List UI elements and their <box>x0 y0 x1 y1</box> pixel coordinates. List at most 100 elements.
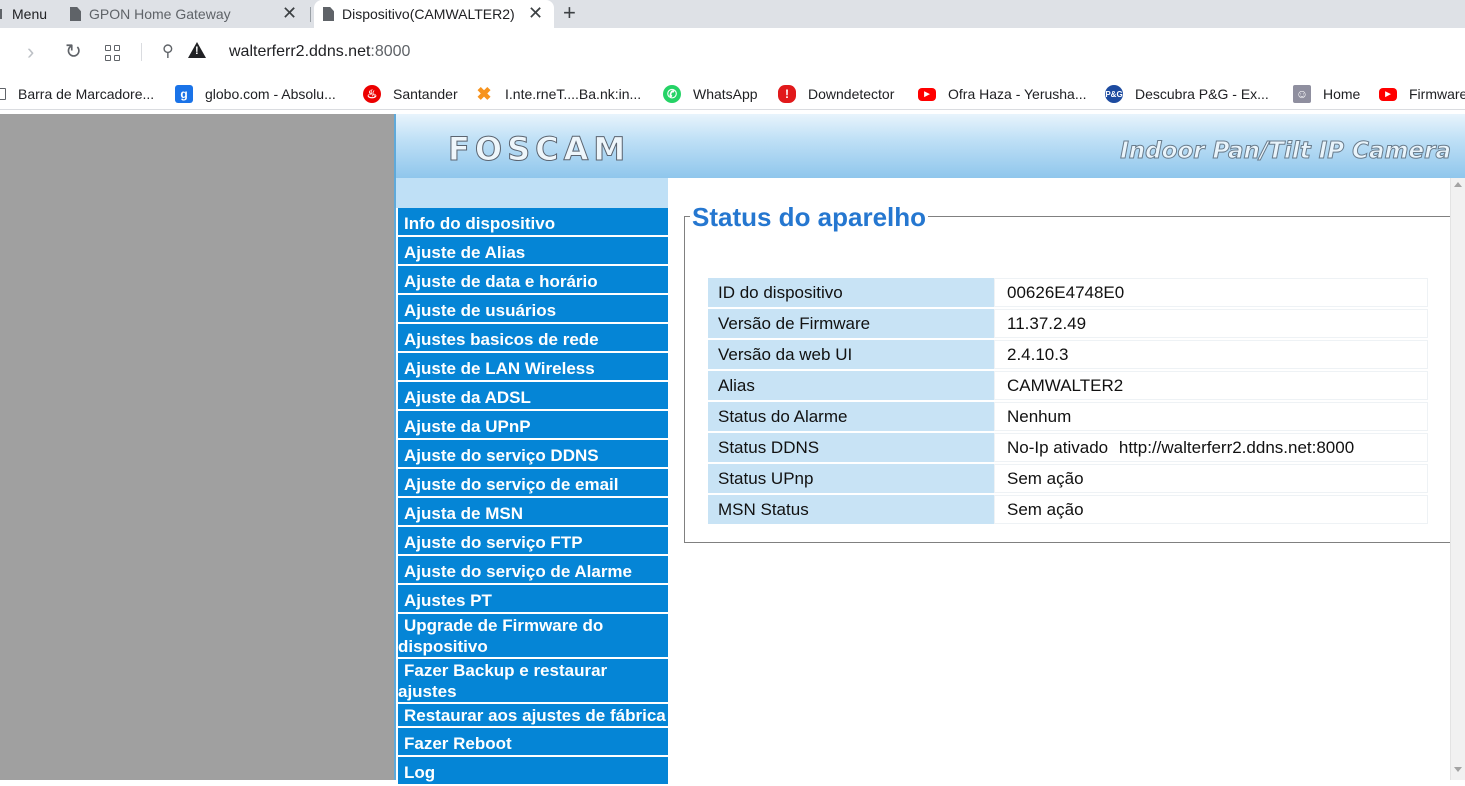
tab-divider <box>310 7 311 22</box>
nav-item-alias[interactable]: Ajuste de Alias <box>398 237 668 266</box>
bookmark-pg[interactable]: P&G Descubra P&G - Ex... <box>1105 78 1269 110</box>
nav-item-lan-wireless[interactable]: Ajuste de LAN Wireless <box>398 353 668 382</box>
scroll-down-icon[interactable] <box>1454 767 1462 772</box>
nav-item-usuarios[interactable]: Ajuste de usuários <box>398 295 668 324</box>
ddns-status-text: No-Ip ativado <box>1007 437 1109 457</box>
santander-icon: ♨ <box>363 85 381 103</box>
table-row: Status UPnp Sem ação <box>708 464 1428 493</box>
nav-item-log[interactable]: Log <box>398 757 668 786</box>
tab-strip: Menu GPON Home Gateway ✕ Dispositivo(CAM… <box>0 0 1465 28</box>
table-row: Versão de Firmware 11.37.2.49 <box>708 309 1428 338</box>
status-value: 2.4.10.3 <box>994 340 1428 369</box>
tab-title: Dispositivo(CAMWALTER2) <box>342 6 515 22</box>
menu-icon <box>0 9 6 19</box>
nav-item-upgrade-firmware[interactable]: Upgrade de Firmware do dispositivo <box>398 614 668 659</box>
status-key: Alias <box>708 371 994 400</box>
status-value: Sem ação <box>994 495 1428 524</box>
bookmark-label: Descubra P&G - Ex... <box>1135 86 1269 102</box>
tab-title: GPON Home Gateway <box>89 6 231 22</box>
ddns-url: http://walterferr2.ddns.net:8000 <box>1118 437 1355 457</box>
settings-nav-menu: Info do dispositivo Ajuste de Alias Ajus… <box>398 208 668 786</box>
page-title: Status do aparelho <box>690 202 929 232</box>
bookmark-label: Santander <box>393 86 458 102</box>
status-key: MSN Status <box>708 495 994 524</box>
status-value: 11.37.2.49 <box>994 309 1428 338</box>
status-table: ID do dispositivo 00626E4748E0 Versão de… <box>708 276 1428 526</box>
status-key: Status do Alarme <box>708 402 994 431</box>
pg-icon: P&G <box>1105 85 1123 103</box>
frame-scrollbar[interactable] <box>1450 178 1465 780</box>
bookmark-folder[interactable]: Barra de Marcadore... <box>0 78 154 110</box>
youtube-icon: ▶ <box>1379 87 1397 101</box>
bookmark-firmware[interactable]: ▶ Firmware <box>1379 78 1465 110</box>
table-row: Status DDNS No-Ip ativado http://walterf… <box>708 433 1428 462</box>
bookmark-label: WhatsApp <box>693 86 758 102</box>
address-bar[interactable]: walterferr2.ddns.net:8000 <box>229 42 410 62</box>
nav-item-msn[interactable]: Ajusta de MSN <box>398 498 668 527</box>
nav-item-ftp[interactable]: Ajuste do serviço FTP <box>398 527 668 556</box>
browser-menu-button[interactable]: Menu <box>0 0 47 28</box>
browser-toolbar: › ↻ ⚲ walterferr2.ddns.net:8000 <box>0 28 1465 78</box>
key-icon[interactable]: ⚲ <box>162 40 174 64</box>
tab-gpon-home-gateway[interactable]: GPON Home Gateway ✕ <box>70 0 308 28</box>
whatsapp-icon: ✆ <box>663 85 681 103</box>
bookmark-globo[interactable]: g globo.com - Absolu... <box>175 78 336 110</box>
nav-header-spacer <box>396 178 668 208</box>
close-tab-icon[interactable]: ✕ <box>282 3 297 24</box>
status-value: Sem ação <box>994 464 1428 493</box>
x-logo-icon: ✖ <box>476 83 492 104</box>
nav-item-pt[interactable]: Ajustes PT <box>398 585 668 614</box>
status-value-ddns: No-Ip ativado http://walterferr2.ddns.ne… <box>994 433 1428 462</box>
bookmark-label: globo.com - Absolu... <box>205 86 336 102</box>
nav-item-info-dispositivo[interactable]: Info do dispositivo <box>398 208 668 237</box>
document-icon <box>70 7 81 21</box>
scroll-up-icon[interactable] <box>1454 182 1462 187</box>
youtube-icon: ▶ <box>918 87 936 101</box>
foscam-logo: FOSCAM <box>447 130 631 169</box>
nav-item-upnp[interactable]: Ajuste da UPnP <box>398 411 668 440</box>
camera-header-banner: FOSCAM Indoor Pan/Tilt IP Camera <box>396 114 1465 178</box>
bookmark-label: Barra de Marcadore... <box>18 86 155 102</box>
new-tab-icon[interactable]: + <box>563 0 576 28</box>
forward-icon[interactable]: › <box>27 40 34 64</box>
nav-item-rede[interactable]: Ajustes basicos de rede <box>398 324 668 353</box>
nav-item-adsl[interactable]: Ajuste da ADSL <box>398 382 668 411</box>
tab-dispositivo[interactable]: Dispositivo(CAMWALTER2) ✕ <box>314 0 554 28</box>
toolbar-divider <box>141 43 142 61</box>
status-value: Nenhum <box>994 402 1428 431</box>
bookmark-ofra-haza[interactable]: ▶ Ofra Haza - Yerusha... <box>918 78 1087 110</box>
nav-item-restaurar-fabrica[interactable]: Restaurar aos ajustes de fábrica <box>398 704 668 728</box>
nav-item-reboot[interactable]: Fazer Reboot <box>398 728 668 757</box>
bookmark-santander[interactable]: ♨ Santander <box>363 78 458 110</box>
bookmark-home[interactable]: ☺ Home <box>1293 78 1360 110</box>
document-icon <box>323 7 334 21</box>
tab-grid-icon[interactable] <box>105 45 121 61</box>
nav-item-data-horario[interactable]: Ajuste de data e horário <box>398 266 668 295</box>
camera-model-title: Indoor Pan/Tilt IP Camera <box>1120 138 1452 165</box>
status-key: ID do dispositivo <box>708 278 994 307</box>
not-secure-warning-icon[interactable] <box>188 42 206 58</box>
url-host: walterferr2.ddns.net <box>229 43 371 60</box>
table-row: MSN Status Sem ação <box>708 495 1428 524</box>
bookmark-label: Firmware <box>1409 86 1465 102</box>
close-tab-icon[interactable]: ✕ <box>528 3 543 24</box>
status-key: Status UPnp <box>708 464 994 493</box>
nav-item-alarme[interactable]: Ajuste do serviço de Alarme <box>398 556 668 585</box>
bookmark-downdetector[interactable]: ! Downdetector <box>778 78 894 110</box>
downdetector-icon: ! <box>778 85 796 103</box>
table-row: Status do Alarme Nenhum <box>708 402 1428 431</box>
url-port: :8000 <box>370 43 411 60</box>
bookmark-whatsapp[interactable]: ✆ WhatsApp <box>663 78 758 110</box>
table-row: ID do dispositivo 00626E4748E0 <box>708 278 1428 307</box>
nav-item-backup-restaurar[interactable]: Fazer Backup e restaurar ajustes <box>398 659 668 704</box>
globo-icon: g <box>175 85 193 103</box>
bookmark-label: Ofra Haza - Yerusha... <box>948 86 1087 102</box>
table-row: Alias CAMWALTER2 <box>708 371 1428 400</box>
nav-item-ddns[interactable]: Ajuste do serviço DDNS <box>398 440 668 469</box>
bookmark-label: I.nte.rneT....Ba.nk:in... <box>505 86 642 102</box>
bookmark-label: Downdetector <box>808 86 895 102</box>
status-key: Status DDNS <box>708 433 994 462</box>
bookmark-internet-banking[interactable]: ✖ I.nte.rneT....Ba.nk:in... <box>475 78 641 110</box>
reload-icon[interactable]: ↻ <box>65 40 82 64</box>
nav-item-email[interactable]: Ajuste do serviço de email <box>398 469 668 498</box>
